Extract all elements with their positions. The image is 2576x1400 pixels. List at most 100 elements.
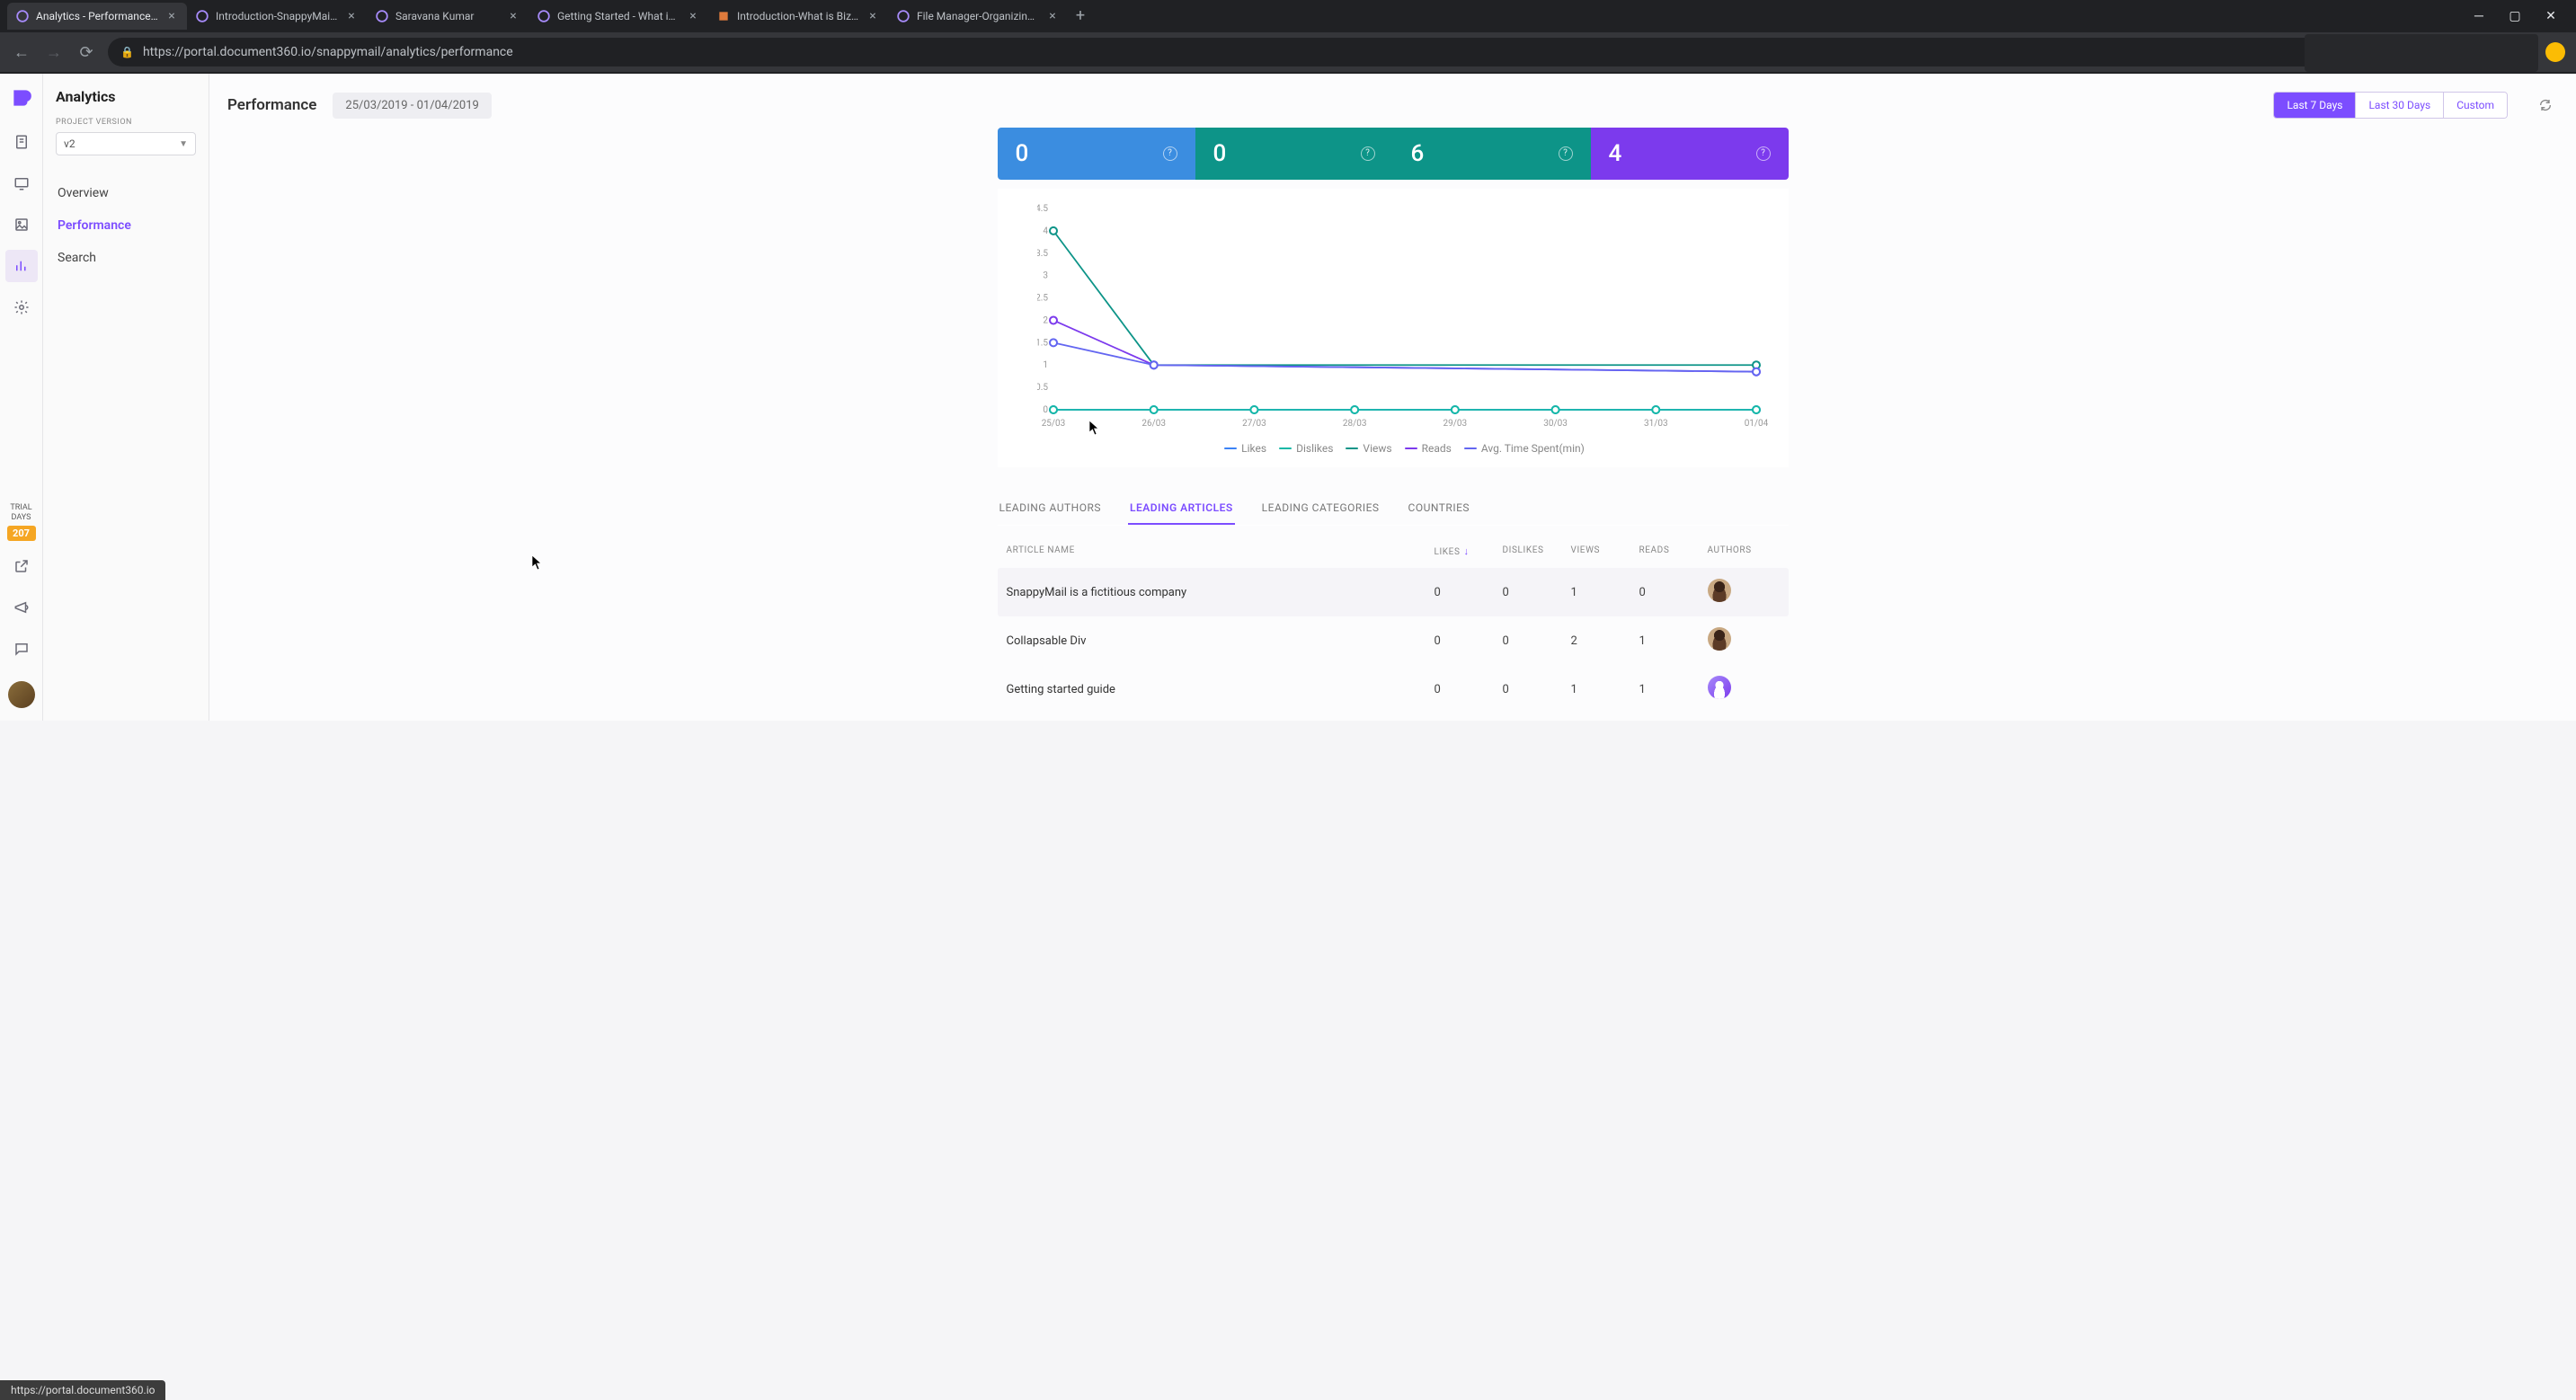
version-select[interactable]: v2 ▼ — [56, 132, 196, 155]
tab-title: Introduction-What is BizTalk… — [737, 10, 859, 22]
author-avatar — [1708, 627, 1731, 651]
table-row[interactable]: SnappyMail is a fictitious company0010 — [998, 568, 1789, 616]
browser-tab-3[interactable]: Getting Started - What is Servic… × — [529, 3, 708, 30]
cell-reads: 1 — [1639, 683, 1708, 696]
tab-countries[interactable]: COUNTRIES — [1407, 492, 1472, 525]
rail-chat[interactable] — [5, 633, 38, 665]
minimize-button[interactable]: ─ — [2461, 3, 2497, 30]
info-icon[interactable]: ? — [1756, 146, 1771, 161]
tab-leading-authors[interactable]: LEADING AUTHORS — [998, 492, 1103, 525]
table-row[interactable]: Collapsable Div0021 — [998, 616, 1789, 665]
browser-tab-1[interactable]: Introduction-SnappyMail is a fict… × — [187, 3, 367, 30]
rail-user-avatar[interactable] — [8, 681, 35, 708]
tab-leading-categories[interactable]: LEADING CATEGORIES — [1260, 492, 1381, 525]
cell-views: 1 — [1571, 683, 1639, 696]
browser-tab-4[interactable]: Introduction-What is BizTalk… × — [708, 3, 888, 30]
d360-icon — [897, 10, 910, 22]
sort-arrow-icon: ↓ — [1464, 545, 1470, 557]
rail-docs[interactable] — [5, 126, 38, 158]
col-article-name[interactable]: ARTICLE NAME — [1007, 545, 1435, 557]
chevron-down-icon: ▼ — [179, 139, 188, 149]
svg-text:30/03: 30/03 — [1543, 419, 1568, 429]
close-icon[interactable]: × — [507, 10, 520, 22]
range-custom[interactable]: Custom — [2443, 93, 2507, 118]
cell-reads: 1 — [1639, 634, 1708, 648]
range-30days[interactable]: Last 30 Days — [2355, 93, 2443, 118]
range-7days[interactable]: Last 7 Days — [2274, 93, 2355, 118]
rail-settings[interactable] — [5, 291, 38, 323]
new-tab-button[interactable]: + — [1068, 4, 1093, 29]
legend-item[interactable]: Avg. Time Spent(min) — [1464, 442, 1585, 455]
col-authors[interactable]: AUTHORS — [1708, 545, 1780, 557]
kpi-value: 6 — [1411, 140, 1425, 167]
close-icon[interactable]: × — [866, 10, 879, 22]
kpi-card-2: 6 ? — [1393, 128, 1591, 180]
legend-item[interactable]: Views — [1346, 442, 1391, 455]
sidebar-item-search[interactable]: Search — [56, 242, 196, 274]
tab-title: Introduction-SnappyMail is a fict… — [216, 10, 338, 22]
tab-bar: Analytics - Performance - [ snap… × Intr… — [0, 0, 2576, 32]
svg-text:31/03: 31/03 — [1643, 419, 1667, 429]
col-reads[interactable]: READS — [1639, 545, 1708, 557]
d360-icon — [376, 10, 388, 22]
forward-button[interactable]: → — [43, 41, 65, 63]
page-title: Performance — [227, 96, 316, 114]
d360-icon — [196, 10, 209, 22]
col-dislikes[interactable]: DISLIKES — [1503, 545, 1571, 557]
chart-legend: Likes Dislikes Views Reads Avg. Time Spent(m… — [1037, 442, 1772, 455]
svg-text:29/03: 29/03 — [1443, 419, 1467, 429]
cell-likes: 0 — [1435, 634, 1503, 648]
cell-name: Getting started guide — [1007, 683, 1435, 696]
sidebar-item-performance[interactable]: Performance — [56, 209, 196, 242]
col-likes[interactable]: LIKES↓ — [1435, 545, 1503, 557]
table-row[interactable]: Getting started guide0011 — [998, 665, 1789, 713]
info-icon[interactable]: ? — [1361, 146, 1375, 161]
url-input[interactable]: 🔒 https://portal.document360.io/snappyma… — [108, 38, 2535, 66]
close-icon[interactable]: × — [165, 10, 178, 22]
maximize-button[interactable]: ▢ — [2497, 3, 2533, 30]
browser-chrome: Analytics - Performance - [ snap… × Intr… — [0, 0, 2576, 74]
browser-tab-0[interactable]: Analytics - Performance - [ snap… × — [7, 3, 187, 30]
browser-tab-5[interactable]: File Manager-Organizing your fi… × — [888, 3, 1068, 30]
cell-reads: 0 — [1639, 586, 1708, 599]
back-button[interactable]: ← — [11, 41, 32, 63]
svg-text:0: 0 — [1043, 405, 1048, 415]
tab-title: Getting Started - What is Servic… — [557, 10, 680, 22]
reload-button[interactable]: ⟳ — [76, 41, 97, 63]
rail-external-link[interactable] — [5, 550, 38, 582]
url-text: https://portal.document360.io/snappymail… — [143, 45, 513, 59]
info-icon[interactable]: ? — [1163, 146, 1177, 161]
legend-swatch — [1464, 447, 1477, 449]
legend-swatch — [1224, 447, 1237, 449]
author-avatar — [1708, 676, 1731, 699]
kpi-value: 4 — [1609, 140, 1622, 167]
browser-tab-2[interactable]: Saravana Kumar × — [367, 3, 529, 30]
tab-leading-articles[interactable]: LEADING ARTICLES — [1128, 492, 1235, 525]
legend-item[interactable]: Dislikes — [1279, 442, 1333, 455]
info-icon[interactable]: ? — [1559, 146, 1573, 161]
close-icon[interactable]: × — [687, 10, 699, 22]
date-range-chip[interactable]: 25/03/2019 - 01/04/2019 — [333, 93, 491, 119]
table-row[interactable]: Animated Sample - Rotate0022 — [998, 713, 1789, 721]
legend-item[interactable]: Likes — [1224, 442, 1266, 455]
profile-avatar[interactable] — [2545, 42, 2565, 62]
table-header: ARTICLE NAME LIKES↓ DISLIKES VIEWS READS… — [998, 535, 1789, 568]
close-icon[interactable]: × — [1046, 10, 1059, 22]
rail-analytics[interactable] — [5, 250, 38, 282]
sidebar-item-overview[interactable]: Overview — [56, 177, 196, 209]
rail-desktop[interactable] — [5, 167, 38, 199]
kpi-value: 0 — [1016, 140, 1029, 167]
close-window-button[interactable]: ✕ — [2533, 3, 2569, 30]
close-icon[interactable]: × — [345, 10, 358, 22]
rail-image[interactable] — [5, 208, 38, 241]
kpi-value: 0 — [1213, 140, 1227, 167]
rail-announce[interactable] — [5, 591, 38, 624]
legend-item[interactable]: Reads — [1405, 442, 1452, 455]
col-views[interactable]: VIEWS — [1571, 545, 1639, 557]
app-logo[interactable] — [10, 86, 33, 110]
toolbar-right — [2545, 42, 2565, 62]
trial-days: 207 — [7, 526, 36, 541]
cell-name: SnappyMail is a fictitious company — [1007, 586, 1435, 599]
refresh-button[interactable] — [2533, 93, 2558, 118]
kpi-card-1: 0 ? — [1195, 128, 1393, 180]
